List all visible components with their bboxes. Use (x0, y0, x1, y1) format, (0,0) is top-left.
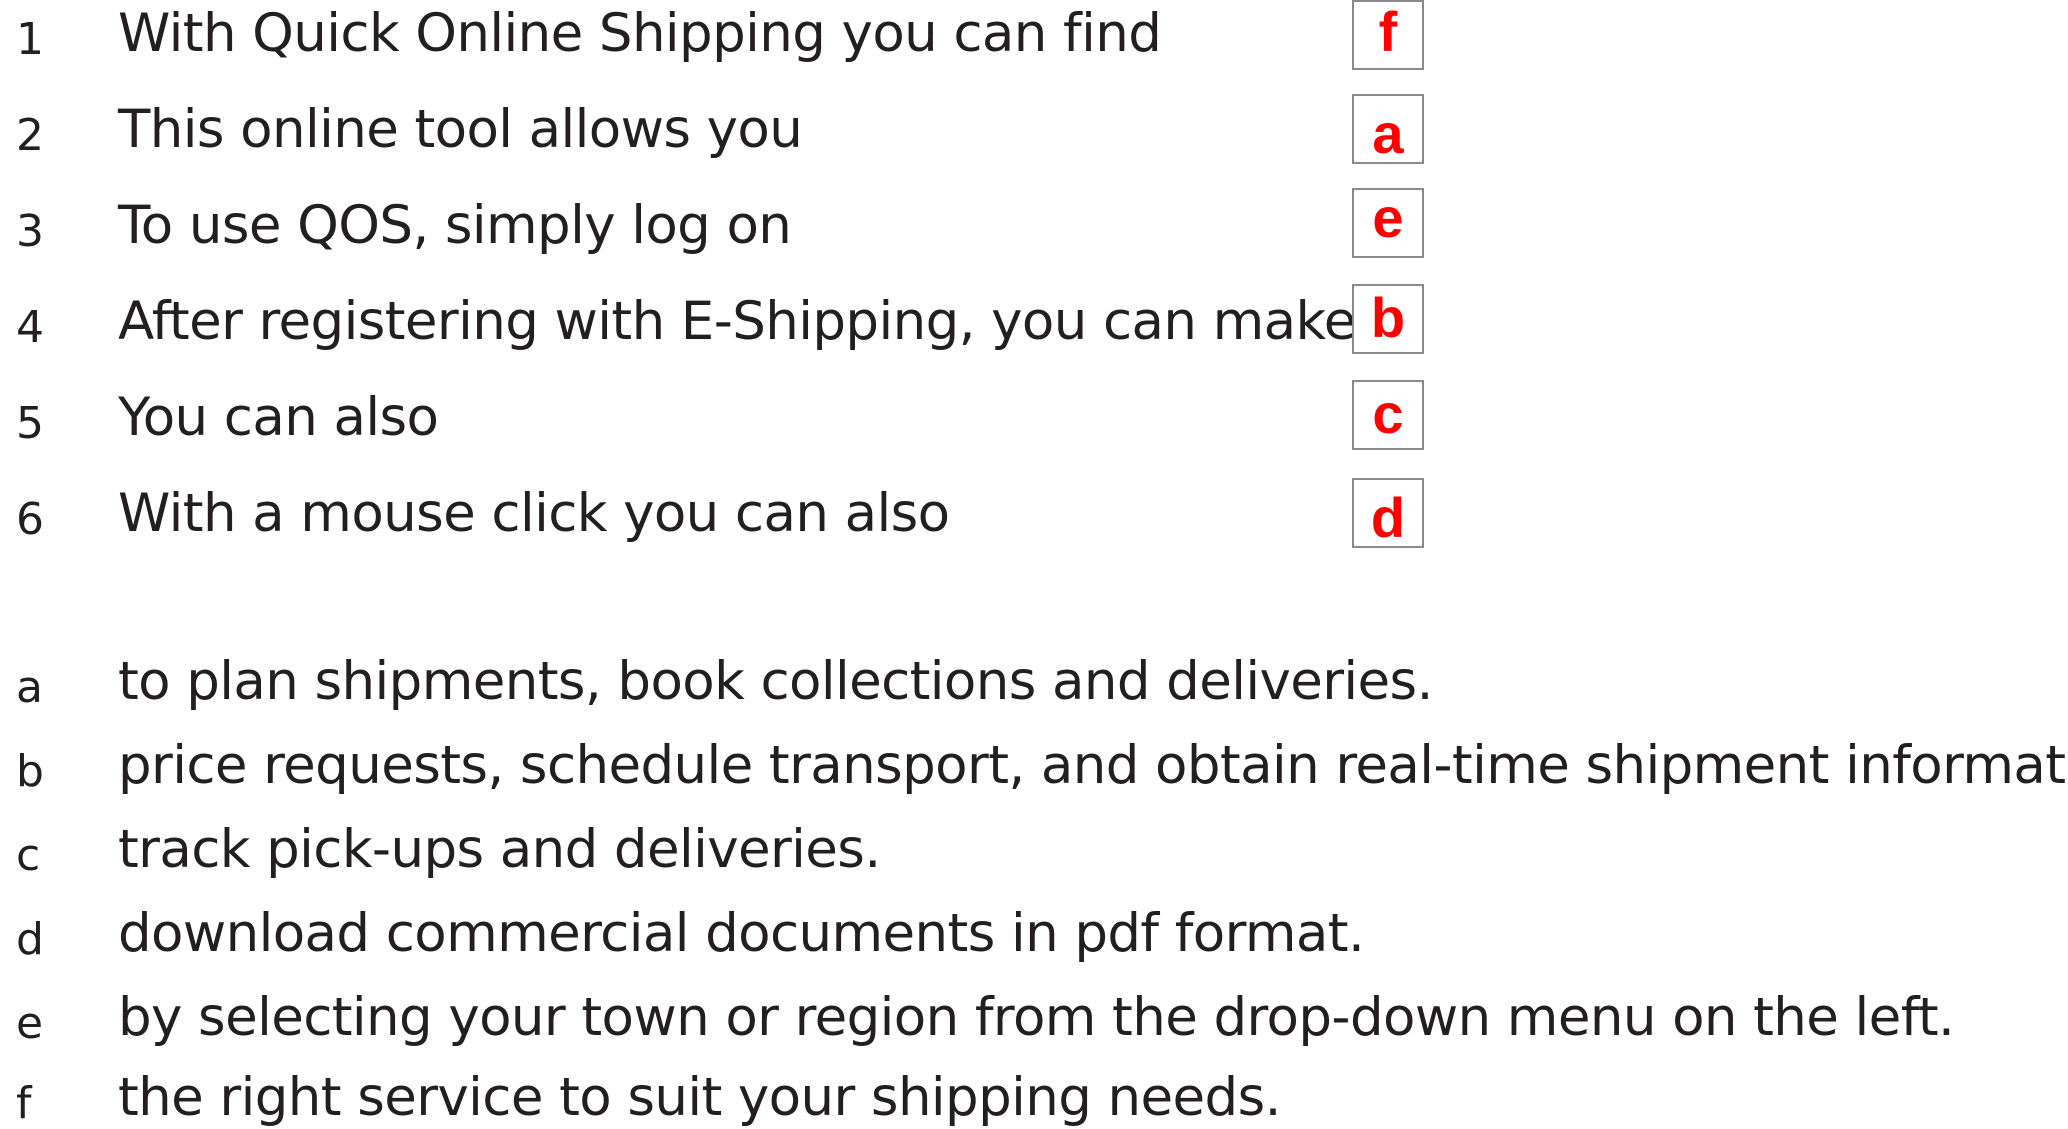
answer-letter: c (1372, 382, 1404, 445)
ending-text: by selecting your town or region from th… (118, 987, 1955, 1048)
stem-row-4: 4 After registering with E-Shipping, you… (0, 288, 2068, 368)
stem-row-5: 5 You can also (0, 384, 2068, 464)
stem-text: To use QOS, simply log on (118, 195, 792, 256)
ending-text: download commercial documents in pdf for… (118, 903, 1365, 964)
stem-number: 1 (16, 14, 44, 65)
ending-row-e: e by selecting your town or region from … (0, 984, 2068, 1064)
answer-box-4[interactable]: b (1352, 284, 1424, 354)
answer-letter: b (1370, 286, 1406, 349)
stem-text: This online tool allows you (118, 99, 803, 160)
ending-text: the right service to suit your shipping … (118, 1067, 1281, 1128)
stem-row-3: 3 To use QOS, simply log on (0, 192, 2068, 272)
stem-number: 6 (16, 494, 44, 545)
answer-letter: d (1370, 486, 1406, 549)
ending-letter: e (16, 998, 44, 1049)
stem-text: With Quick Online Shipping you can find (118, 3, 1162, 64)
answer-box-1[interactable]: f (1352, 0, 1424, 70)
stem-row-2: 2 This online tool allows you (0, 96, 2068, 176)
stem-number: 4 (16, 302, 44, 353)
ending-row-f: f the right service to suit your shippin… (0, 1064, 2068, 1129)
ending-letter: b (16, 746, 44, 797)
stem-row-1: 1 With Quick Online Shipping you can fin… (0, 0, 2068, 80)
stem-row-6: 6 With a mouse click you can also (0, 480, 2068, 560)
ending-letter: d (16, 914, 44, 965)
stem-text: With a mouse click you can also (118, 483, 950, 544)
stem-number: 2 (16, 110, 44, 161)
answer-box-6[interactable]: d (1352, 478, 1424, 548)
answer-box-5[interactable]: c (1352, 380, 1424, 450)
ending-text: track pick-ups and deliveries. (118, 819, 881, 880)
answer-letter: a (1372, 102, 1404, 165)
ending-row-a: a to plan shipments, book collections an… (0, 648, 2068, 728)
ending-row-d: d download commercial documents in pdf f… (0, 900, 2068, 980)
answer-box-2[interactable]: a (1352, 94, 1424, 164)
answer-letter: e (1372, 186, 1404, 249)
answer-letter: f (1378, 0, 1398, 63)
stem-number: 5 (16, 398, 44, 449)
stem-number: 3 (16, 206, 44, 257)
stem-text: After registering with E-Shipping, you c… (118, 291, 1356, 352)
ending-row-c: c track pick-ups and deliveries. (0, 816, 2068, 896)
answer-box-3[interactable]: e (1352, 188, 1424, 258)
ending-letter: a (16, 662, 43, 713)
stem-text: You can also (118, 387, 439, 448)
ending-letter: c (16, 830, 41, 881)
ending-row-b: b price requests, schedule transport, an… (0, 732, 2068, 812)
ending-text: to plan shipments, book collections and … (118, 651, 1433, 712)
ending-letter: f (16, 1078, 32, 1129)
ending-text: price requests, schedule transport, and … (118, 735, 2068, 796)
